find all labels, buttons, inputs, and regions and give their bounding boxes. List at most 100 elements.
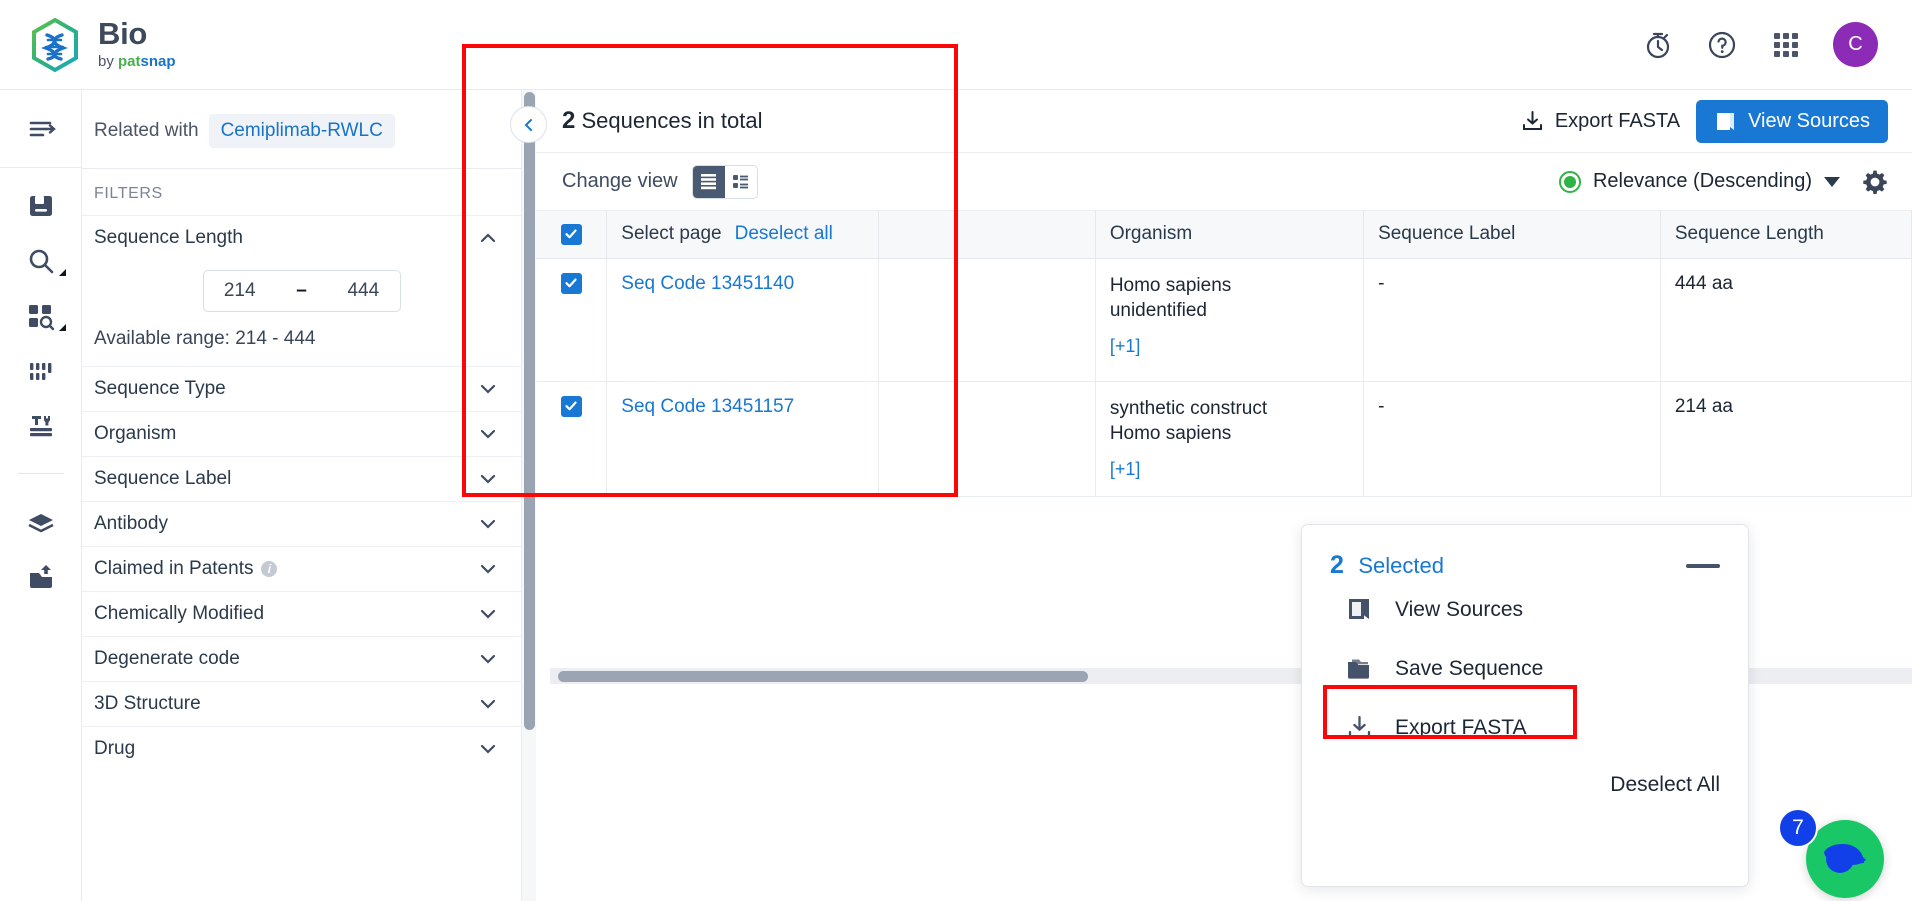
sidebar-item-uploads[interactable] <box>0 549 82 604</box>
row-blank-cell <box>878 381 1096 497</box>
filter-3d-structure[interactable]: 3D Structure <box>82 681 521 726</box>
collapse-filters-button[interactable] <box>510 106 547 143</box>
apps-grid-icon[interactable] <box>1769 28 1803 62</box>
brand-pat: pat <box>118 52 141 70</box>
chevron-up-icon <box>480 233 496 243</box>
chevron-left-icon <box>524 118 532 131</box>
list-view-button[interactable] <box>692 165 725 198</box>
card-view-button[interactable] <box>724 165 757 198</box>
row-checkbox[interactable] <box>560 395 582 417</box>
deselect-all-link[interactable]: Deselect all <box>735 223 833 245</box>
results-header: 2 Sequences in total Export FASTA View S… <box>536 90 1912 153</box>
sidebar-item-search[interactable] <box>0 233 82 288</box>
organism-more-link[interactable]: [+1] <box>1110 336 1141 357</box>
help-icon[interactable] <box>1705 28 1739 62</box>
list-view-icon <box>701 174 717 190</box>
sequence-length-max-input[interactable]: 444 <box>347 280 379 302</box>
row-checkbox-cell <box>536 258 608 382</box>
vertical-scrollbar-thumb[interactable] <box>524 92 535 730</box>
brand-logo[interactable]: Bio by patsnap <box>26 16 176 74</box>
chat-unread-badge[interactable]: 7 <box>1778 808 1818 848</box>
chevron-down-icon <box>480 429 496 439</box>
filter-label: Drug <box>94 738 136 759</box>
brand-subtitle: by patsnap <box>98 53 176 71</box>
vertical-scrollbar-track[interactable] <box>522 90 536 901</box>
select-page-checkbox-cell <box>536 211 608 259</box>
grid-search-icon <box>28 304 54 330</box>
table-row[interactable]: Seq Code 13451140 Homo sapiens unidentif… <box>536 258 1912 382</box>
filter-claimed-in-patents[interactable]: Claimed in Patents i <box>82 546 521 591</box>
sort-radio-icon[interactable] <box>1558 170 1581 193</box>
left-rail <box>0 90 82 901</box>
column-header-sequence-label[interactable]: Sequence Label <box>1363 211 1661 259</box>
panel-export-fasta-item[interactable]: Export FASTA <box>1330 698 1720 757</box>
filter-label: Chemically Modified <box>94 603 265 624</box>
seq-code-link[interactable]: Seq Code 13451140 <box>621 273 794 294</box>
row-checkbox[interactable] <box>560 272 582 294</box>
sidebar-item-collections[interactable] <box>0 494 82 549</box>
sidebar-item-tools[interactable] <box>0 398 82 453</box>
chevron-down-icon[interactable] <box>1824 176 1840 187</box>
filter-sequence-type[interactable]: Sequence Type <box>82 366 521 411</box>
panel-save-sequence-item[interactable]: Save Sequence <box>1330 639 1720 698</box>
sidebar-item-expand-menu[interactable] <box>0 90 82 168</box>
table-row[interactable]: Seq Code 13451157 synthetic construct Ho… <box>536 381 1912 497</box>
filter-label: Antibody <box>94 513 168 534</box>
filter-degenerate-code[interactable]: Degenerate code <box>82 636 521 681</box>
sort-label[interactable]: Relevance (Descending) <box>1593 170 1812 193</box>
panel-deselect-all-button[interactable]: Deselect All <box>1330 757 1720 797</box>
filter-organism[interactable]: Organism <box>82 411 521 456</box>
related-drug-chip[interactable]: Cemiplimab-RWLC <box>208 114 395 148</box>
filter-antibody[interactable]: Antibody <box>82 501 521 546</box>
chat-widget-button[interactable] <box>1806 820 1884 898</box>
filter-label: Degenerate code <box>94 648 240 669</box>
select-page-cell: Select page Deselect all <box>606 211 879 259</box>
organism-line: Homo sapiens <box>1109 423 1232 445</box>
download-icon <box>1522 110 1542 130</box>
chevron-down-icon <box>480 384 496 394</box>
chevron-down-icon <box>480 699 496 709</box>
sidebar-item-sequences[interactable] <box>0 343 82 398</box>
related-with-label: Related with <box>94 120 199 141</box>
table-body: Seq Code 13451140 Homo sapiens unidentif… <box>536 258 1912 497</box>
sequence-length-min-input[interactable]: 214 <box>224 280 256 302</box>
row-seq-code-cell: Seq Code 13451157 <box>606 381 879 497</box>
filter-sequence-length-header[interactable]: Sequence Length <box>82 215 521 260</box>
filter-drug[interactable]: Drug <box>82 726 521 771</box>
brand-title: Bio <box>98 16 148 52</box>
minimize-button[interactable] <box>1686 563 1720 568</box>
sequence-bars-icon <box>29 362 51 380</box>
card-view-icon <box>733 175 749 189</box>
chevron-down-icon <box>480 564 496 574</box>
bio-hexagon-logo-icon <box>32 17 78 72</box>
sequence-length-range[interactable]: 214 – 444 <box>202 270 401 312</box>
filter-sequence-label[interactable]: Sequence Label <box>82 456 521 501</box>
range-dash: – <box>296 280 307 301</box>
seq-code-link[interactable]: Seq Code 13451157 <box>621 396 794 417</box>
avatar[interactable]: C <box>1833 22 1878 67</box>
select-page-checkbox[interactable] <box>560 223 582 245</box>
sidebar-item-documents[interactable] <box>0 178 82 233</box>
export-fasta-button[interactable]: Export FASTA <box>1520 109 1680 134</box>
filters-heading: FILTERS <box>82 168 521 215</box>
search-icon <box>29 249 53 273</box>
info-icon[interactable]: i <box>261 561 278 577</box>
organism-line: synthetic construct <box>1109 397 1268 419</box>
view-sources-button[interactable]: View Sources <box>1696 99 1888 143</box>
panel-view-sources-item[interactable]: View Sources <box>1330 580 1720 639</box>
column-header-sequence-length[interactable]: Sequence Length <box>1660 211 1912 259</box>
stopwatch-icon[interactable] <box>1641 28 1675 62</box>
book-icon <box>1349 599 1369 619</box>
sequences-table: Select page Deselect all Organism Sequen… <box>536 211 1912 497</box>
sidebar-item-advanced-search[interactable] <box>0 288 82 343</box>
horizontal-scrollbar-thumb[interactable] <box>558 671 1088 682</box>
change-view-group: Change view <box>562 164 758 199</box>
column-header-organism[interactable]: Organism <box>1095 211 1365 259</box>
organism-more-link[interactable]: [+1] <box>1110 459 1141 480</box>
filter-chemically-modified[interactable]: Chemically Modified <box>82 591 521 636</box>
row-sequence-label-cell: - <box>1363 381 1661 497</box>
chevron-down-icon <box>480 519 496 529</box>
download-icon <box>1348 715 1371 739</box>
export-fasta-label: Export FASTA <box>1554 109 1681 132</box>
gear-icon[interactable] <box>1862 169 1888 195</box>
